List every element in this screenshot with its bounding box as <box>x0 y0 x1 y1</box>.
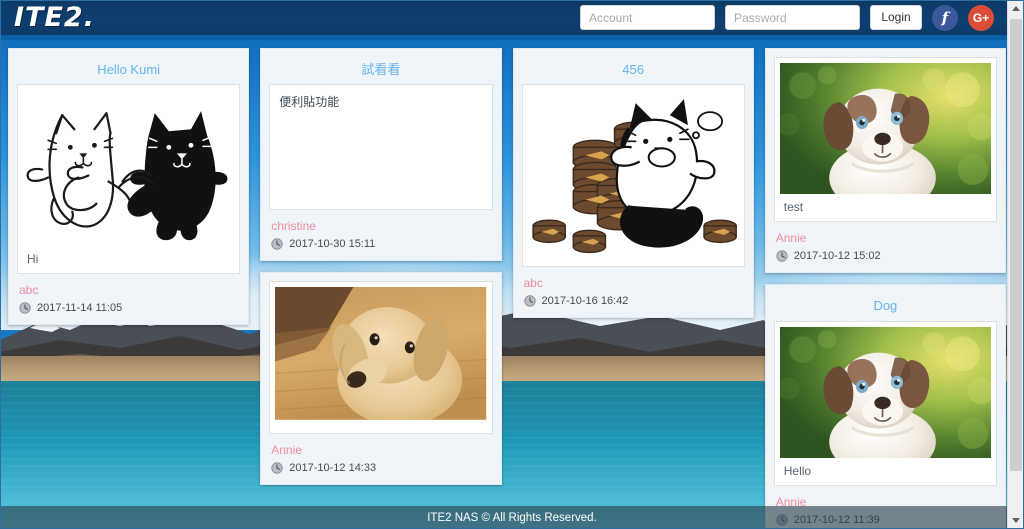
copyright-text: ITE2 NAS © All Rights Reserved. <box>427 511 597 524</box>
cat-with-cans-illustration <box>522 85 744 267</box>
account-input[interactable] <box>580 5 715 30</box>
card-timestamp-row: 2017-11-14 11:05 <box>19 302 238 314</box>
google-plus-icon[interactable]: G+ <box>968 4 994 31</box>
card-meta: abc 2017-11-14 11:05 <box>17 274 240 316</box>
photo-frame <box>270 282 492 421</box>
card-caption <box>270 420 492 434</box>
card-note-body: 便利貼功能 <box>269 84 493 211</box>
page-footer: ITE2 NAS © All Rights Reserved. <box>0 506 1024 529</box>
card-timestamp-row: 2017-10-12 14:33 <box>271 462 490 474</box>
photo-frame <box>774 321 996 458</box>
vertical-scrollbar[interactable] <box>1007 0 1024 529</box>
note-card-golden[interactable]: Annie 2017-10-12 14:33 <box>260 272 502 486</box>
card-timestamp-row: 2017-10-30 15:11 <box>271 238 490 250</box>
board-column-4: test Annie 2017-10-12 15:02 Dog Hello An… <box>764 48 1006 529</box>
card-timestamp-row: 2017-10-12 15:02 <box>776 250 995 262</box>
board-column-1: Hello Kumi Hi abc 2017-11-14 11:05 <box>8 48 250 326</box>
card-author: abc <box>523 276 543 291</box>
clock-icon <box>776 250 788 262</box>
note-board: Hello Kumi Hi abc 2017-11-14 11:05 試看看 便… <box>8 48 1006 529</box>
card-caption: Hello <box>774 457 996 485</box>
application-window: ITE2. Login f G+ Hello Kumi <box>0 0 1024 529</box>
card-meta: christine 2017-10-30 15:11 <box>269 210 492 252</box>
card-author: abc <box>19 283 39 298</box>
card-author: Annie <box>271 443 302 458</box>
card-body <box>269 281 493 435</box>
clock-icon <box>271 238 283 250</box>
puppy-photo <box>779 63 991 195</box>
card-timestamp: 2017-10-30 15:11 <box>289 238 376 251</box>
card-body: Hello <box>773 320 997 486</box>
note-card-456[interactable]: 456 abc 2017-10-16 16:42 <box>512 48 754 319</box>
card-caption: test <box>774 194 996 222</box>
golden-retriever-photo <box>275 287 487 421</box>
card-title: 試看看 <box>361 62 401 77</box>
scrollbar-thumb[interactable] <box>1010 19 1022 471</box>
card-meta: Annie 2017-10-12 15:02 <box>774 222 997 264</box>
scroll-down-button[interactable] <box>1008 512 1024 529</box>
card-author: christine <box>271 219 316 234</box>
card-timestamp: 2017-11-14 11:05 <box>37 302 123 315</box>
clock-icon <box>523 295 536 308</box>
facebook-icon[interactable]: f <box>932 4 958 31</box>
note-card-hello-kumi[interactable]: Hello Kumi Hi abc 2017-11-14 11:05 <box>8 48 250 326</box>
card-body: test <box>773 57 997 223</box>
card-timestamp-row: 2017-10-16 16:42 <box>523 295 743 308</box>
board-column-3: 456 abc 2017-10-16 16:42 <box>512 48 754 319</box>
card-author: Annie <box>775 231 807 246</box>
scrollbar-track[interactable] <box>1008 17 1024 512</box>
card-title: 456 <box>622 62 644 77</box>
puppy-photo <box>779 326 991 458</box>
clock-icon <box>19 302 31 314</box>
board-column-2: 試看看 便利貼功能 christine 2017-10-30 15:11 Ann… <box>260 48 502 486</box>
note-card-test[interactable]: test Annie 2017-10-12 15:02 <box>764 48 1006 274</box>
card-timestamp: 2017-10-12 15:02 <box>793 250 881 263</box>
password-input[interactable] <box>725 5 860 30</box>
site-logo[interactable]: ITE2. <box>14 4 95 31</box>
card-timestamp: 2017-10-16 16:42 <box>541 295 629 308</box>
clock-icon <box>271 462 283 474</box>
note-card-shikankan[interactable]: 試看看 便利貼功能 christine 2017-10-30 15:11 <box>260 48 502 262</box>
card-meta: Annie 2017-10-12 14:33 <box>269 434 492 476</box>
scroll-down-arrow-icon <box>1012 518 1020 523</box>
login-button[interactable]: Login <box>870 5 922 30</box>
top-navigation-bar: ITE2. Login f G+ <box>0 0 1024 40</box>
card-title: Dog <box>873 298 898 314</box>
card-timestamp: 2017-10-12 14:33 <box>289 462 377 475</box>
login-controls: Login f G+ <box>580 4 994 31</box>
scroll-up-button[interactable] <box>1008 0 1024 17</box>
card-title: Hello Kumi <box>97 62 161 77</box>
card-body: Hi <box>17 84 241 275</box>
card-body <box>521 84 745 268</box>
card-meta: abc 2017-10-16 16:42 <box>522 267 745 309</box>
photo-frame <box>774 58 996 195</box>
note-card-dog[interactable]: Dog Hello Annie <box>764 284 1006 529</box>
two-cats-illustration <box>18 85 240 247</box>
scroll-up-arrow-icon <box>1012 6 1020 11</box>
card-caption: Hi <box>18 246 240 274</box>
